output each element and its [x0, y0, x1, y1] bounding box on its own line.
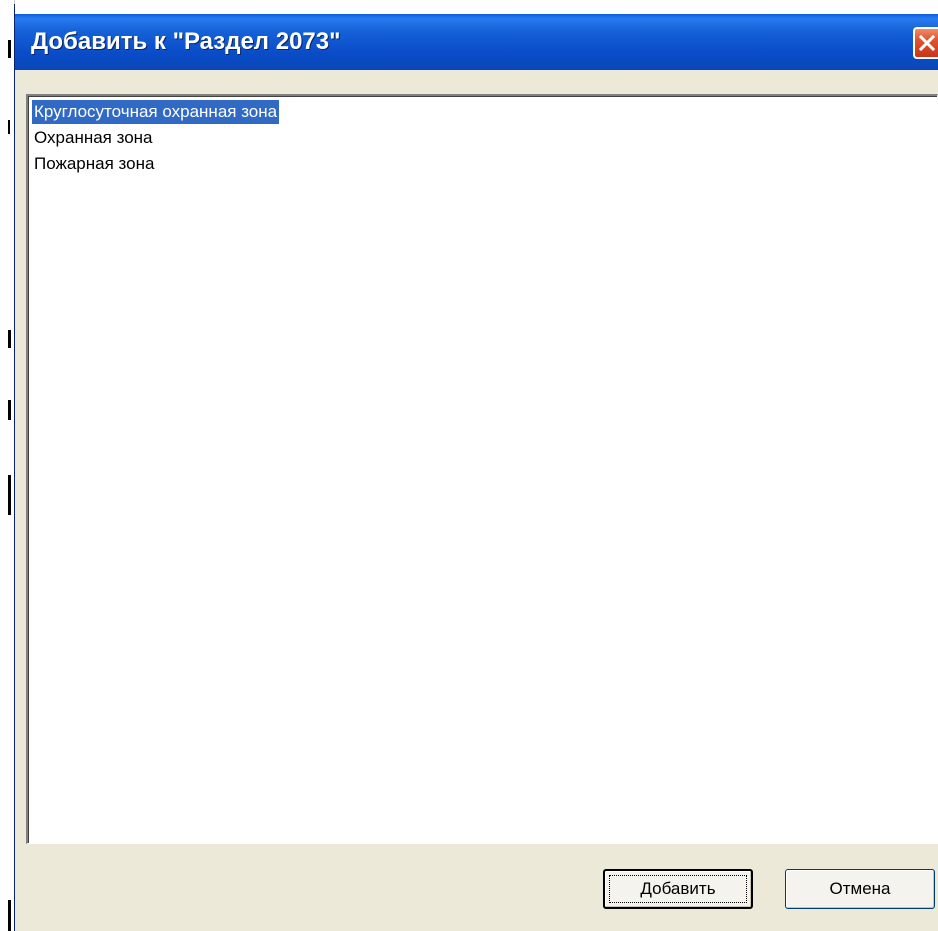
- dialog-title: Добавить к "Раздел 2073": [31, 28, 341, 55]
- list-item-label: Круглосуточная охранная зона: [34, 102, 278, 121]
- titlebar[interactable]: Добавить к "Раздел 2073": [15, 14, 938, 70]
- background-mark: [8, 330, 11, 348]
- list-item-label: Пожарная зона: [34, 154, 155, 173]
- background-mark: [8, 400, 11, 420]
- zone-listbox[interactable]: Круглосуточная охранная зона Охранная зо…: [26, 94, 938, 844]
- close-button[interactable]: [913, 27, 938, 59]
- focus-rect: [609, 875, 747, 903]
- close-icon: [918, 34, 936, 52]
- add-to-section-dialog: Добавить к "Раздел 2073" Круглосуточная …: [14, 4, 938, 931]
- background-window-edge: [0, 0, 15, 931]
- screen: Добавить к "Раздел 2073" Круглосуточная …: [0, 0, 938, 931]
- background-mark: [8, 900, 11, 931]
- background-mark: [8, 475, 11, 515]
- background-mark: [8, 120, 10, 134]
- list-item[interactable]: Круглосуточная охранная зона: [32, 100, 280, 124]
- list-item[interactable]: Пожарная зона: [32, 152, 156, 176]
- cancel-button-label: Отмена: [829, 879, 891, 898]
- background-mark: [8, 40, 11, 58]
- cancel-button[interactable]: Отмена: [785, 869, 935, 909]
- add-button[interactable]: Добавить: [603, 869, 753, 909]
- list-item[interactable]: Охранная зона: [32, 126, 155, 150]
- titlebar-top-edge: [15, 4, 938, 14]
- list-item-label: Охранная зона: [34, 128, 153, 147]
